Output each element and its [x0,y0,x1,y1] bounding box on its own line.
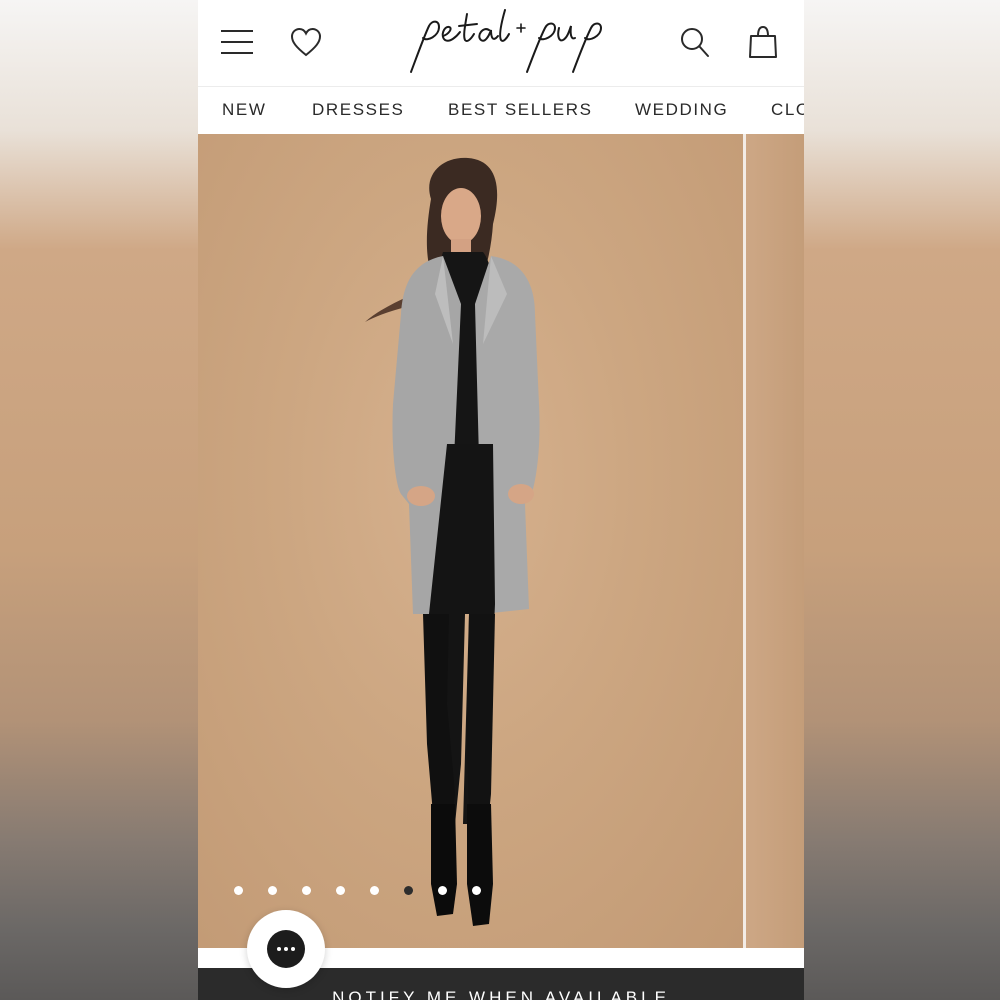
bag-icon[interactable] [748,25,778,59]
nav-item-best-sellers[interactable]: BEST SELLERS [448,100,593,120]
background-blur-left [0,0,198,1000]
gallery-dot[interactable] [438,886,447,895]
product-image-gallery[interactable] [198,134,804,948]
site-header [198,0,804,87]
nav-item-wedding[interactable]: WEDDING [635,100,728,120]
gallery-dot[interactable] [268,886,277,895]
heart-icon[interactable] [290,27,322,59]
notify-me-label: NOTIFY ME WHEN AVAILABLE [332,988,670,1000]
nav-item-dresses[interactable]: DRESSES [312,100,404,120]
gallery-dot[interactable] [472,886,481,895]
gallery-dot-active[interactable] [404,886,413,895]
next-product-image-peek[interactable] [746,134,804,948]
chat-button[interactable] [247,910,325,988]
gallery-dot[interactable] [370,886,379,895]
brand-logo-script [410,9,603,73]
search-icon[interactable] [680,27,710,59]
gallery-dot[interactable] [336,886,345,895]
nav-item-clothing[interactable]: CLO [771,100,804,120]
nav-item-new[interactable]: NEW [222,100,266,120]
category-nav: NEW DRESSES BEST SELLERS WEDDING CLO [198,87,804,133]
gallery-dot[interactable] [302,886,311,895]
background-blur-right [804,0,1000,1000]
chat-bubble-icon [267,930,305,968]
brand-logo[interactable] [403,6,613,78]
model-figure [365,157,540,926]
gallery-dot[interactable] [234,886,243,895]
product-image [198,134,743,948]
mobile-page: NEW DRESSES BEST SELLERS WEDDING CLO [198,0,804,1000]
menu-icon[interactable] [220,28,254,56]
